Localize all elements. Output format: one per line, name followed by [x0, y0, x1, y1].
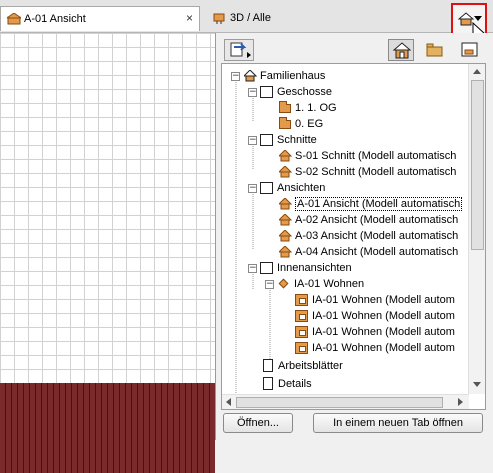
collapse-toggle[interactable]: − [231, 71, 240, 81]
chevron-down-icon [474, 16, 482, 21]
elevation-view-icon [5, 12, 23, 25]
tree-item-geschosse[interactable]: − Geschosse [248, 84, 332, 100]
tree-item-label: Details [278, 378, 312, 390]
section-icon [278, 149, 292, 163]
building-facade [0, 383, 215, 473]
tree-item-ia4[interactable]: IA-01 Wohnen (Modell autom [295, 340, 455, 356]
tab-a01-ansicht[interactable]: A-01 Ansicht × [0, 6, 200, 31]
horizontal-scroll-thumb[interactable] [236, 397, 443, 408]
folder-icon [426, 43, 443, 57]
layout-book-button[interactable] [456, 39, 482, 61]
tree-item-label: Schnitte [277, 134, 317, 146]
tree-item-og[interactable]: 1. 1. OG [278, 100, 337, 116]
vertical-scroll-thumb[interactable] [471, 80, 484, 250]
story-icon [278, 117, 292, 131]
scroll-down-arrow-icon[interactable] [473, 382, 481, 387]
elevation-icon [278, 213, 292, 227]
collapse-toggle[interactable]: − [248, 183, 257, 193]
tree-item-label: A-02 Ansicht (Modell automatisch [295, 214, 459, 226]
tab-label: 3D / Alle [230, 12, 271, 24]
open-button[interactable]: Öffnen... [223, 413, 293, 433]
tree-item-label: Innenansichten [277, 262, 352, 274]
tree-item-schnitte[interactable]: − Schnitte [248, 132, 317, 148]
tree-item-label: IA-01 Wohnen [294, 278, 365, 290]
navigator-tools-button[interactable] [224, 39, 254, 61]
collapse-toggle[interactable]: − [265, 279, 274, 289]
project-map-tree[interactable]: − Familienhaus − Geschosse 1. 1. OG 0. E… [221, 63, 486, 410]
tree-item-s01[interactable]: S-01 Schnitt (Modell automatisch [278, 148, 456, 164]
tree-item-ia-group[interactable]: − IA-01 Wohnen [265, 276, 364, 292]
tab-bar: A-01 Ansicht × 3D / Alle [0, 0, 493, 43]
layout-icon [461, 42, 478, 57]
tree-item-label: IA-01 Wohnen (Modell autom [312, 342, 455, 354]
tree-item-label: A-04 Ansicht (Modell automatisch [295, 246, 459, 258]
elevations-folder-icon [260, 181, 274, 195]
scroll-up-arrow-icon[interactable] [473, 69, 481, 74]
collapse-toggle[interactable]: − [248, 263, 257, 273]
interior-elevation-icon [295, 341, 309, 355]
3d-view-icon [213, 12, 227, 24]
project-map-button[interactable] [388, 39, 414, 61]
section-icon [278, 165, 292, 179]
tree-item-label: S-02 Schnitt (Modell automatisch [295, 166, 457, 178]
tree-item-label: IA-01 Wohnen (Modell autom [312, 294, 455, 306]
elevation-icon [278, 245, 292, 259]
clone-folder-icon [230, 42, 251, 58]
tree-item-details[interactable]: Details [261, 376, 312, 392]
interior-elevation-icon [295, 309, 309, 323]
close-icon[interactable]: × [186, 11, 193, 25]
tree-item-familienhaus[interactable]: − Familienhaus [231, 68, 325, 84]
tree-item-label: IA-01 Wohnen (Modell autom [312, 310, 455, 322]
drawing-canvas[interactable] [0, 33, 215, 473]
navigator-panel: − Familienhaus − Geschosse 1. 1. OG 0. E… [215, 33, 493, 440]
tree-item-a04[interactable]: A-04 Ansicht (Modell automatisch [278, 244, 458, 260]
worksheet-icon [261, 359, 275, 373]
tree-item-eg[interactable]: 0. EG [278, 116, 323, 132]
tree-item-ia2[interactable]: IA-01 Wohnen (Modell autom [295, 308, 455, 324]
tree-item-a01[interactable]: A-01 Ansicht (Modell automatisch [278, 196, 463, 212]
house-icon [392, 42, 412, 59]
story-icon [278, 101, 292, 115]
sections-folder-icon [260, 133, 274, 147]
tree-item-label: A-03 Ansicht (Modell automatisch [295, 230, 459, 242]
stories-folder-icon [260, 85, 274, 99]
tree-item-label: 0. EG [295, 118, 324, 130]
tab-label: A-01 Ansicht [24, 13, 86, 25]
elevation-icon [278, 229, 292, 243]
tab-3d-alle[interactable]: 3D / Alle [207, 6, 317, 30]
interior-elevation-icon [295, 325, 309, 339]
collapse-toggle[interactable]: − [248, 87, 257, 97]
tree-item-ia3[interactable]: IA-01 Wohnen (Modell autom [295, 324, 455, 340]
horizontal-scrollbar[interactable] [222, 394, 469, 409]
tree-item-label: Ansichten [277, 182, 326, 194]
tree-item-label: Geschosse [277, 86, 333, 98]
interior-elevation-icon [295, 293, 309, 307]
view-map-button[interactable] [422, 39, 448, 61]
tree-item-arbeitsblaetter[interactable]: Arbeitsblätter [261, 358, 343, 374]
tree-item-label: S-01 Schnitt (Modell automatisch [295, 150, 457, 162]
tree-item-label: IA-01 Wohnen (Modell autom [312, 326, 455, 338]
tree-item-s02[interactable]: S-02 Schnitt (Modell automatisch [278, 164, 456, 180]
tree-item-label: 1. 1. OG [295, 102, 337, 114]
elevation-icon [278, 197, 292, 211]
tree-item-innenansichten[interactable]: − Innenansichten [248, 260, 352, 276]
house-icon [243, 69, 257, 83]
tree-item-ia1[interactable]: IA-01 Wohnen (Modell autom [295, 292, 455, 308]
collapse-toggle[interactable]: − [248, 135, 257, 145]
scroll-right-arrow-icon[interactable] [458, 398, 463, 406]
detail-icon [261, 377, 275, 391]
tree-item-label: Arbeitsblätter [278, 360, 343, 372]
tree-item-a03[interactable]: A-03 Ansicht (Modell automatisch [278, 228, 458, 244]
interior-elevations-folder-icon [260, 261, 274, 275]
scroll-left-arrow-icon[interactable] [226, 398, 231, 406]
tree-item-a02[interactable]: A-02 Ansicht (Modell automatisch [278, 212, 458, 228]
tree-item-label: A-01 Ansicht (Modell automatisch [295, 197, 463, 211]
tree-item-label: Familienhaus [260, 70, 326, 82]
open-in-new-tab-button[interactable]: In einem neuen Tab öffnen [313, 413, 483, 433]
vertical-scrollbar[interactable] [468, 64, 485, 394]
tree-item-ansichten[interactable]: − Ansichten [248, 180, 325, 196]
interior-marker-icon [277, 277, 291, 291]
